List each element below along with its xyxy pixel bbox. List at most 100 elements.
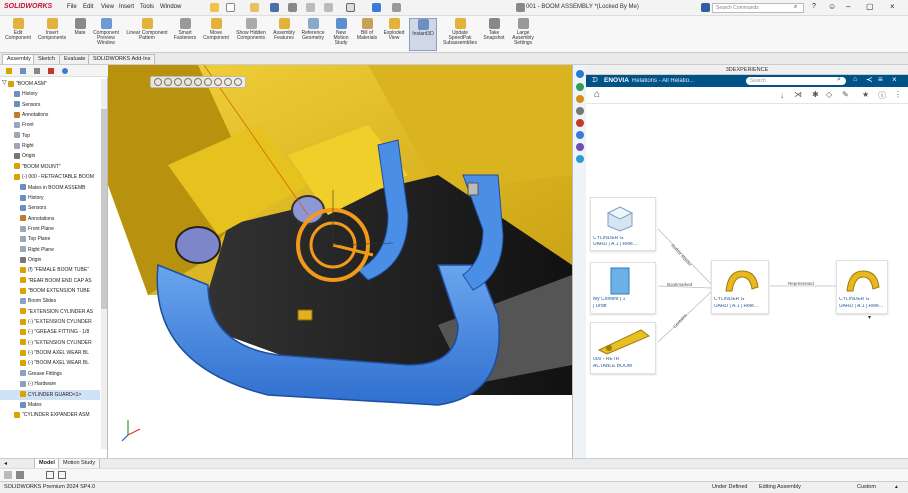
custom-properties-icon[interactable] xyxy=(576,143,584,151)
selection-filter-icon[interactable] xyxy=(4,471,12,479)
tree-item[interactable]: Top Plane xyxy=(0,234,100,244)
view-orientation-icon[interactable] xyxy=(194,78,202,86)
expand-node-icon[interactable]: ▾ xyxy=(868,314,871,321)
tree-item[interactable]: Front Plane xyxy=(0,224,100,234)
graph-node-2[interactable]: My Content | 1 | Draft xyxy=(590,262,656,314)
tree-item[interactable]: "REAR BOOM END CAP AS xyxy=(0,276,100,286)
resources-icon[interactable] xyxy=(576,83,584,91)
menu-file[interactable]: File xyxy=(67,4,77,10)
tree-item[interactable]: Origin xyxy=(0,255,100,265)
graph-node-1[interactable]: CYLINDER G UARD | A.1 | Rele... xyxy=(590,197,656,251)
assembly-features-button[interactable]: Assembly Features xyxy=(270,18,298,41)
tree-item[interactable]: "EXTENSION CYLINDER AS xyxy=(0,307,100,317)
tree-item[interactable]: "BOOM MOUNT" xyxy=(0,162,100,172)
tree-item[interactable]: (-) "BOOM AXEL WEAR BL xyxy=(0,358,100,368)
tree-item[interactable]: Origin xyxy=(0,151,100,161)
tree-item[interactable]: Right xyxy=(0,141,100,151)
settings-icon[interactable]: ✱ xyxy=(812,90,819,99)
graphics-area[interactable] xyxy=(108,65,572,458)
appearance-icon[interactable] xyxy=(224,78,232,86)
solidworks-logo[interactable]: SOLIDWORKS xyxy=(4,3,52,10)
expand-down-icon[interactable]: ↓ xyxy=(780,91,784,100)
status-units[interactable]: Custom xyxy=(857,484,876,490)
search-commands-input[interactable]: Search Commands xyxy=(712,3,804,13)
menu-tools[interactable]: Tools xyxy=(140,4,154,10)
take-snapshot-button[interactable]: Take Snapshot xyxy=(482,18,506,41)
tree-item[interactable]: Grease Fittings xyxy=(0,369,100,379)
solidworks-forum-icon[interactable] xyxy=(576,155,584,163)
tab-assembly[interactable]: Assembly xyxy=(2,54,36,64)
graph-node-3[interactable]: 000 - RETR ACTABLE BOOM xyxy=(590,322,656,374)
panel-search-input[interactable]: Search xyxy=(746,77,846,85)
tree-item[interactable]: (f) "FEMALE BOOM TUBE" xyxy=(0,265,100,275)
hide-show-icon[interactable] xyxy=(214,78,222,86)
tree-scrollbar-thumb[interactable] xyxy=(101,109,107,309)
tab-sketch[interactable]: Sketch xyxy=(33,54,60,64)
design-library-icon[interactable] xyxy=(576,95,584,103)
menu-icon[interactable]: ≡ xyxy=(878,75,883,84)
show-hidden-button[interactable]: Show Hidden Components xyxy=(236,18,266,41)
solidworks-resources-icon[interactable] xyxy=(701,3,710,12)
info-icon[interactable]: ⓘ xyxy=(878,90,886,101)
tag-filter-icon[interactable]: ◇ xyxy=(826,90,832,99)
tree-item[interactable]: Sensors xyxy=(0,203,100,213)
tree-item[interactable]: (-) "EXTENSION CYLINDER xyxy=(0,317,100,327)
tree-item[interactable]: "BOOM EXTENSION TUBE xyxy=(0,286,100,296)
tree-item[interactable]: History xyxy=(0,89,100,99)
panel-search-icon[interactable]: ⌕ xyxy=(837,76,841,84)
new-motion-study-button[interactable]: New Motion Study xyxy=(329,18,353,46)
units-chevron-icon[interactable]: ▴ xyxy=(895,484,898,490)
tree-item[interactable]: Top xyxy=(0,131,100,141)
user-icon[interactable]: ☺ xyxy=(828,2,836,11)
mate-button[interactable]: Mate xyxy=(70,18,90,36)
move-component-button[interactable]: Move Component xyxy=(200,18,232,41)
pin-left[interactable] xyxy=(175,226,221,264)
feature-manager-icon[interactable] xyxy=(6,68,12,74)
tree-item[interactable]: Annotations xyxy=(0,110,100,120)
edit-component-button[interactable]: Edit Component xyxy=(2,18,34,41)
appearances-icon[interactable] xyxy=(576,131,584,139)
search-icon[interactable]: ⌕ xyxy=(794,4,797,11)
zoom-area-icon[interactable] xyxy=(164,78,172,86)
minimize-icon[interactable]: – xyxy=(846,2,850,11)
menu-insert[interactable]: Insert xyxy=(119,4,134,10)
close-icon[interactable]: × xyxy=(890,2,895,11)
tree-item[interactable]: Mates xyxy=(0,400,100,410)
tree-item[interactable]: (-) "EXTENSION CYLINDER xyxy=(0,338,100,348)
home-icon[interactable]: ⌂ xyxy=(594,89,600,100)
tree-item[interactable]: (-) Hardware xyxy=(0,379,100,389)
print-icon[interactable] xyxy=(288,3,297,12)
previous-view-icon[interactable] xyxy=(174,78,182,86)
tag-icon[interactable]: ⌂ xyxy=(853,76,857,83)
tree-item[interactable]: Sensors xyxy=(0,100,100,110)
linear-pattern-button[interactable]: Linear Component Pattern xyxy=(123,18,171,41)
scroll-left-icon[interactable]: ◂ xyxy=(4,460,7,467)
menu-window[interactable]: Window xyxy=(160,4,181,10)
tree-item[interactable]: History xyxy=(0,193,100,203)
tree-item[interactable]: Boom Slides xyxy=(0,296,100,306)
section-view-icon[interactable] xyxy=(184,78,192,86)
help-icon[interactable]: ? xyxy=(812,3,816,10)
instant3d-button[interactable]: Instant3D xyxy=(409,18,437,51)
view-palette-icon[interactable] xyxy=(576,119,584,127)
tree-item[interactable]: (-) "BOOM AXEL WEAR BL xyxy=(0,348,100,358)
grease-fitting-1[interactable] xyxy=(297,309,313,321)
save-icon[interactable] xyxy=(270,3,279,12)
insert-components-button[interactable]: Insert Components xyxy=(36,18,68,41)
display-manager-icon[interactable] xyxy=(62,68,68,74)
open-folder-icon[interactable] xyxy=(250,3,259,12)
smart-fasteners-button[interactable]: Smart Fasteners xyxy=(172,18,198,41)
tree-item[interactable]: Front xyxy=(0,120,100,130)
grease-fitting-2[interactable] xyxy=(467,182,479,196)
new-document-icon[interactable] xyxy=(226,3,235,12)
configuration-manager-icon[interactable] xyxy=(34,68,40,74)
model-render[interactable] xyxy=(108,65,572,458)
tree-item[interactable]: Right Plane xyxy=(0,245,100,255)
rebuild-icon[interactable] xyxy=(372,3,381,12)
favorite-star-icon[interactable]: ★ xyxy=(862,90,869,99)
redo-icon[interactable] xyxy=(324,3,333,12)
tree-item[interactable]: "CYLINDER EXPANDER ASM xyxy=(0,410,100,420)
lasso-select-icon[interactable] xyxy=(58,471,66,479)
select-tool-icon[interactable] xyxy=(16,471,24,479)
component-preview-button[interactable]: Component Preview Window xyxy=(90,18,122,46)
